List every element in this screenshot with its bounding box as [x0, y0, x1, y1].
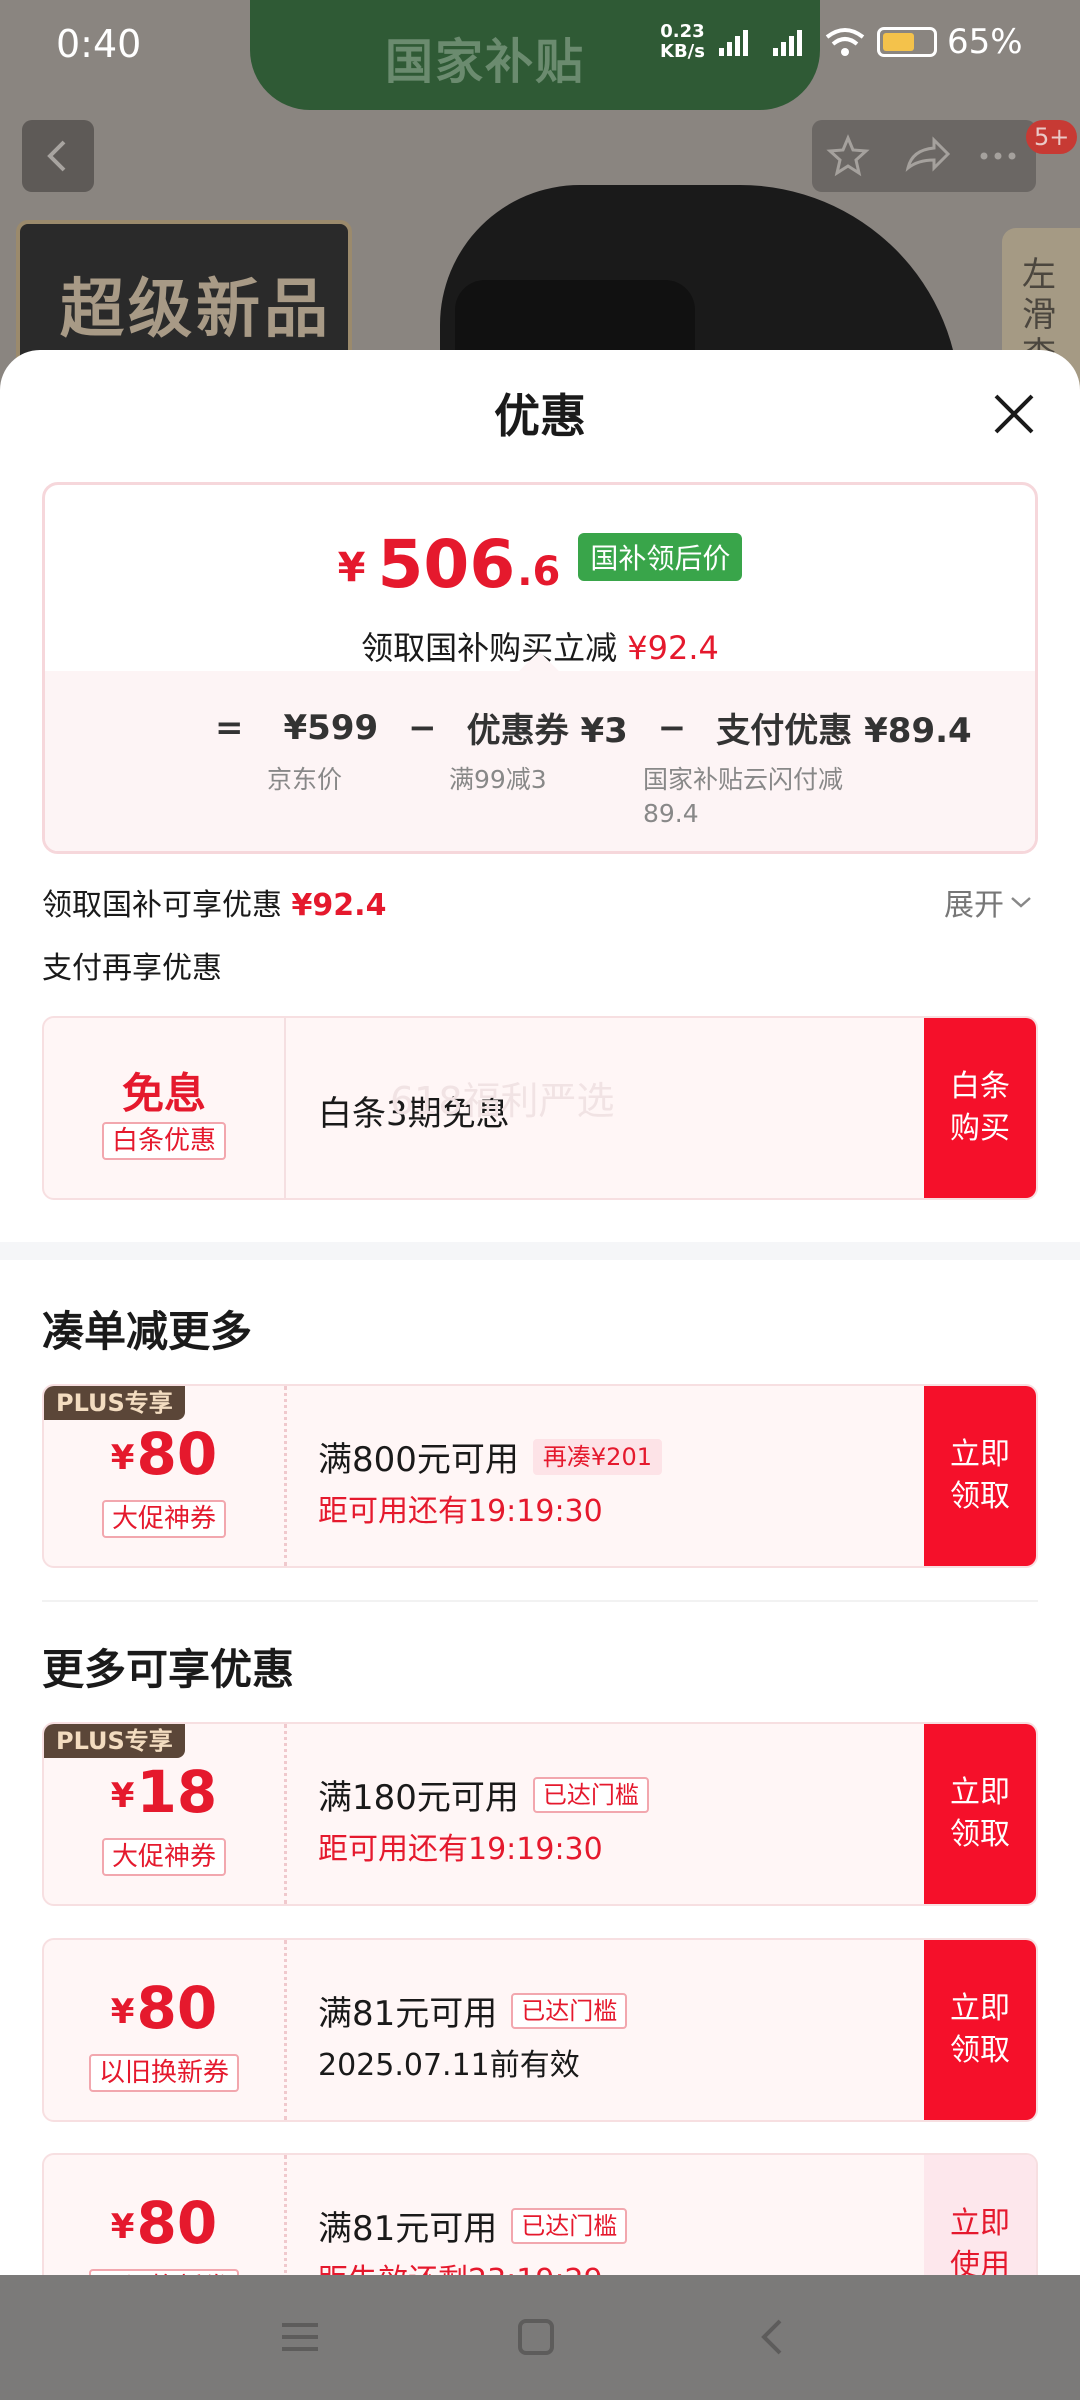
close-icon — [994, 394, 1034, 434]
favorite-share-more-icons — [826, 134, 1016, 177]
threshold-reached-tag: 已达门槛 — [511, 2207, 628, 2244]
coupon-amount: ¥ 80 — [110, 1974, 218, 2042]
plus-exclusive-tag: PLUS专享 — [44, 1386, 185, 1420]
signal-icon-2 — [772, 30, 802, 56]
watermark-text: 618福利严选 — [390, 1079, 615, 1123]
coupon-card: PLUS专享 ¥ 80 大促神券 满800元可用 再凑¥201 距可用还有19:… — [42, 1384, 1038, 1568]
status-time: 0:40 — [56, 22, 142, 66]
claim-button[interactable]: 立即领取 — [924, 1940, 1036, 2120]
coupon-card: PLUS专享 ¥ 18 大促神券 满180元可用 已达门槛 距可用还有19:19… — [42, 1722, 1038, 1906]
chevron-down-icon — [1011, 897, 1031, 908]
sheet-title: 优惠 — [494, 389, 586, 443]
coupon-type-tag: 以旧换新券 — [88, 2054, 240, 2092]
coupon-condition: 满180元可用 已达门槛 — [318, 1770, 649, 1819]
coupon-countdown: 距失效还剩23:19:29 — [318, 2255, 603, 2275]
back-arrow-icon — [47, 140, 66, 172]
discount-sheet: 优惠 ¥ 506 .6 国补领后价 领取国补购买立减 ¥92.4 = ¥599 … — [0, 350, 1080, 2275]
coupon-left: 免息 白条优惠 — [44, 1018, 284, 1198]
coupon-left: PLUS专享 ¥ 80 大促神券 — [44, 1386, 284, 1566]
interest-free-title: 免息 — [121, 1069, 206, 1118]
threshold-reached-tag: 已达门槛 — [511, 1992, 628, 2029]
coupon-discount: 优惠券 ¥3 — [466, 711, 628, 751]
coupon-left: ¥ 80 以旧换新券 — [44, 1940, 284, 2120]
close-button[interactable] — [988, 388, 1040, 440]
battery-icon — [876, 27, 937, 57]
subsidy-price-tag: 国补领后价 — [578, 533, 743, 581]
coupon-left: PLUS专享 ¥ 18 大促神券 — [44, 1724, 284, 1904]
section-title-combine: 凑单减更多 — [42, 1307, 253, 1356]
wifi-icon — [825, 28, 865, 56]
section-separator — [0, 1242, 1080, 1260]
coupon-type-tag: 大促神券 — [101, 1500, 227, 1538]
subsidy-benefit-line: 领取国补可享优惠 ¥92.4 — [42, 888, 387, 923]
threshold-reached-tag: 已达门槛 — [532, 1776, 649, 1813]
coupon-card: ¥ 80 以旧换新券 满81元可用 已达门槛 距失效还剩23:19:29 立即使… — [42, 2153, 1038, 2275]
home-square-icon[interactable] — [516, 2317, 556, 2357]
add-more-tag: 再凑¥201 — [532, 1438, 662, 1475]
top-actions[interactable] — [812, 120, 1036, 192]
claim-button[interactable]: 立即领取 — [924, 1386, 1036, 1566]
divider — [42, 1600, 1038, 1602]
system-nav-bar — [0, 2275, 1080, 2400]
list-price-label: 京东价 — [267, 765, 343, 794]
message-badge: 5+ — [1026, 120, 1078, 154]
coupon-left: ¥ 80 以旧换新券 — [44, 2155, 284, 2275]
payment-note: 国家补贴云闪付减 89.4 — [643, 765, 844, 828]
back-button[interactable] — [22, 120, 94, 192]
plus-exclusive-tag: PLUS专享 — [44, 1724, 185, 1758]
list-price: ¥599 — [283, 707, 379, 748]
coupon-type-tag: 大促神券 — [101, 1838, 227, 1876]
coupon-countdown: 距可用还有19:19:30 — [318, 1832, 603, 1867]
coupon-condition: 满81元可用 已达门槛 — [318, 2201, 628, 2250]
coupon-validity: 2025.07.11前有效 — [318, 2048, 580, 2083]
claim-button[interactable]: 立即领取 — [924, 1724, 1036, 1904]
expand-button[interactable]: 展开 — [944, 880, 1032, 924]
battery-percent: 65% — [946, 22, 1023, 62]
pay-again-label: 支付再享优惠 — [42, 951, 222, 986]
price-summary-card: ¥ 506 .6 国补领后价 领取国补购买立减 ¥92.4 = ¥599 − 优… — [42, 482, 1038, 854]
signal-icon — [718, 30, 748, 56]
price-formula: = ¥599 − 优惠券 ¥3 − 支付优惠 ¥89.4 — [215, 703, 972, 752]
status-bar: 0:40 0.23 KB/s 65% — [0, 0, 1080, 92]
status-icons: 0.23 KB/s 65% — [660, 21, 1023, 63]
section-title-more: 更多可享优惠 — [42, 1645, 295, 1694]
final-price: ¥ 506 .6 国补领后价 — [45, 532, 1035, 598]
use-now-button[interactable]: 立即使用 — [924, 2155, 1036, 2275]
coupon-card: ¥ 80 以旧换新券 满81元可用 已达门槛 2025.07.11前有效 立即领… — [42, 1938, 1038, 2122]
coupon-amount: ¥ 80 — [110, 2189, 218, 2257]
coupon-type-tag: 白条优惠 — [101, 1122, 227, 1160]
coupon-amount: ¥ 80 — [110, 1420, 218, 1488]
menu-icon[interactable] — [278, 2317, 322, 2357]
network-speed: 0.23 KB/s — [660, 21, 705, 62]
coupon-condition: 满81元可用 已达门槛 — [318, 1986, 628, 2035]
price-breakdown — [45, 671, 1035, 851]
coupon-note: 满99减3 — [449, 765, 547, 794]
super-new-text: 超级新品 — [60, 273, 332, 347]
coupon-countdown: 距可用还有19:19:30 — [318, 1494, 603, 1529]
coupon-condition: 满800元可用 再凑¥201 — [318, 1432, 662, 1481]
coupon-amount: ¥ 18 — [110, 1758, 218, 1826]
back-chevron-icon[interactable] — [752, 2317, 792, 2357]
baitiao-buy-button[interactable]: 白条购买 — [924, 1018, 1036, 1198]
payment-discount: 支付优惠 ¥89.4 — [716, 711, 972, 751]
